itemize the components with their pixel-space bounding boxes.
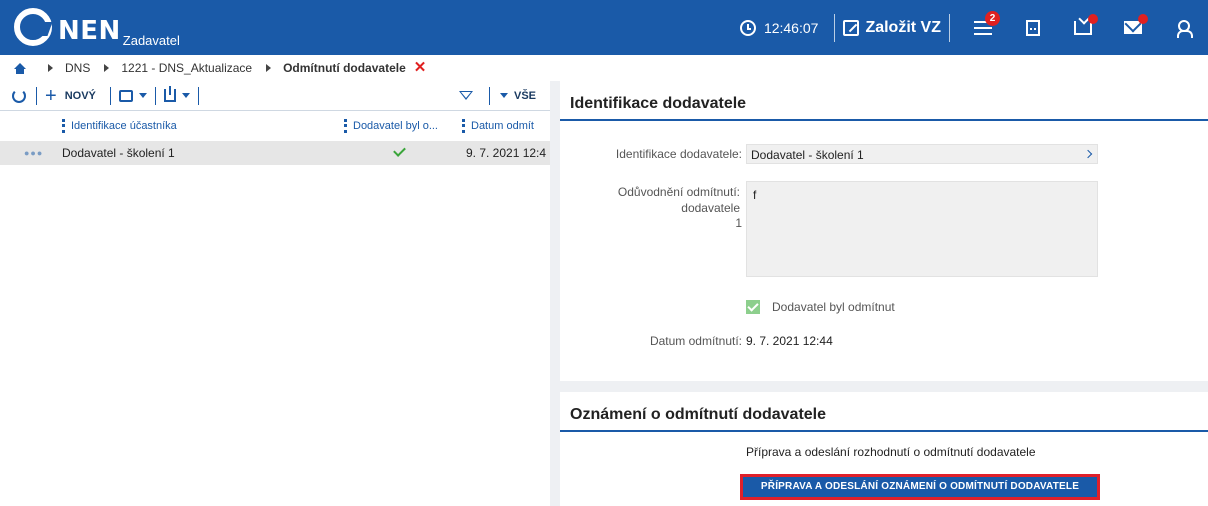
user-button[interactable] [1158,0,1208,55]
calculator-icon [1026,19,1040,36]
chevron-right-icon [104,64,110,72]
grid-toolbar: + NOVÝ VŠE [0,81,550,111]
section-title: Identifikace dodavatele [560,81,1208,121]
section-title: Oznámení o odmítnutí dodavatele [560,392,1208,432]
caret-down-icon[interactable] [181,93,190,98]
messages-button[interactable] [1108,0,1158,55]
new-button[interactable]: NOVÝ [65,90,96,102]
breadcrumb-item-dns[interactable]: DNS [65,61,90,75]
row-supplier-name: Dodavatel - školení 1 [62,146,175,160]
plus-icon[interactable]: + [45,86,57,106]
supplier-id-value: Dodavatel - školení 1 [751,148,864,162]
inbox-notification-dot [1088,14,1098,24]
user-icon [1177,19,1193,38]
grid-header: Identifikace účastníka Dodavatel byl o..… [0,111,550,141]
nen-logo[interactable]: NEN Zadavatel [14,8,180,48]
clock-time: 12:46:07 [763,19,819,36]
logo-mark-icon [14,8,52,46]
column-drag-handle-icon[interactable] [62,119,65,133]
menu-button[interactable]: 2 [958,0,1008,55]
column-header-identifikace[interactable]: Identifikace účastníka [62,119,177,133]
row-rejection-date: 9. 7. 2021 12:4 [466,146,547,160]
app-header: NEN Zadavatel 12:46:07 Založit VZ 2 [0,0,1208,55]
supplier-identification-panel: Identifikace dodavatele Identifikace dod… [560,81,1208,381]
create-vz-button[interactable]: Založit VZ [843,19,941,37]
rejection-date-value: 9. 7. 2021 12:44 [746,334,833,348]
toolbar-divider [488,86,490,105]
menu-badge: 2 [985,11,1000,26]
inbox-button[interactable] [1058,0,1108,55]
breadcrumb-item-current[interactable]: Odmítnutí dodavatele [283,61,406,75]
edit-icon [843,19,860,36]
supplier-rejected-checkbox-row[interactable]: Dodavatel byl odmítnut [746,300,895,314]
chevron-right-icon[interactable] [1083,149,1093,159]
logo-name: NEN [58,16,121,46]
toolbar-divider [154,86,156,105]
chevron-right-icon [48,64,53,72]
rejection-reason-label: Odůvodnění odmítnutí: dodavatele [617,185,740,215]
header-divider [949,13,950,42]
column-header-datum[interactable]: Datum odmít [462,119,534,133]
checkbox-checked-icon[interactable] [746,300,760,314]
supplier-id-label: Identifikace dodavatele: [615,147,742,161]
chevron-right-icon [266,64,272,72]
logo-subtitle: Zadavatel [122,33,180,48]
clock-icon [739,19,756,36]
prepare-send-notice-button[interactable]: PŘÍPRAVA A ODESLÁNÍ OZNÁMENÍ O ODMÍTNUTÍ… [740,474,1100,500]
table-row[interactable]: ●●● Dodavatel - školení 1 9. 7. 2021 12:… [0,141,550,165]
caret-down-icon[interactable] [138,93,147,98]
column-drag-handle-icon[interactable] [344,119,347,133]
calculator-button[interactable] [1008,0,1058,55]
check-icon [393,144,406,157]
header-divider [834,13,836,42]
row-actions-icon[interactable]: ●●● [24,148,43,158]
rejection-reason-counter: 1 [735,216,742,230]
create-vz-label: Založit VZ [865,18,941,36]
toolbar-divider [109,86,111,105]
filter-icon[interactable] [458,91,473,100]
breadcrumb-item-dns-aktualizace[interactable]: 1221 - DNS_Aktualizace [121,61,252,75]
column-header-odmitnut[interactable]: Dodavatel byl o... [344,119,438,133]
grid-panel: + NOVÝ VŠE Identifikace účastníka Dodava… [0,81,550,506]
rejection-date-label: Datum odmítnutí: [649,334,742,348]
home-icon[interactable] [14,63,26,74]
close-tab-icon[interactable]: ✕ [414,60,427,75]
rejection-reason-textarea[interactable]: f [746,181,1098,277]
mail-notification-dot [1138,14,1148,24]
supplier-rejected-label: Dodavatel byl odmítnut [772,300,895,314]
toolbar-divider [36,86,37,105]
rejection-notice-panel: Oznámení o odmítnutí dodavatele Příprava… [560,392,1208,506]
session-clock: 12:46:07 [739,19,819,36]
notice-description: Příprava a odeslání rozhodnutí o odmítnu… [746,445,1036,459]
refresh-icon[interactable] [12,88,26,103]
breadcrumb: DNS 1221 - DNS_Aktualizace Odmítnutí dod… [0,55,1208,81]
view-all-selector[interactable]: VŠE [514,90,536,102]
export-icon[interactable] [163,86,176,102]
print-icon[interactable] [118,89,133,102]
supplier-id-field[interactable]: Dodavatel - školení 1 [746,144,1098,164]
toolbar-divider [197,86,199,105]
detail-area: Identifikace dodavatele Identifikace dod… [550,81,1208,506]
caret-down-icon[interactable] [499,93,508,98]
column-drag-handle-icon[interactable] [462,119,465,133]
